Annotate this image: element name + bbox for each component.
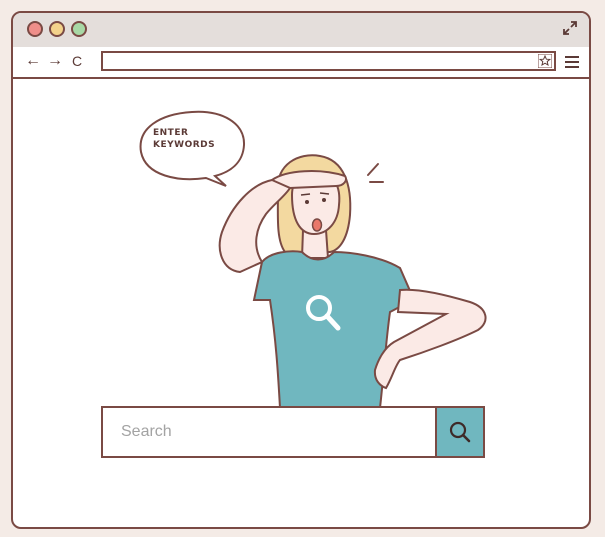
speech-bubble-text: ENTER KEYWORDS — [153, 127, 243, 151]
bubble-line-1: ENTER — [153, 128, 189, 138]
search-bar — [101, 406, 485, 458]
search-icon — [449, 421, 471, 443]
search-button[interactable] — [435, 408, 483, 456]
search-input[interactable] — [103, 408, 433, 456]
bubble-line-2: KEYWORDS — [153, 140, 216, 150]
